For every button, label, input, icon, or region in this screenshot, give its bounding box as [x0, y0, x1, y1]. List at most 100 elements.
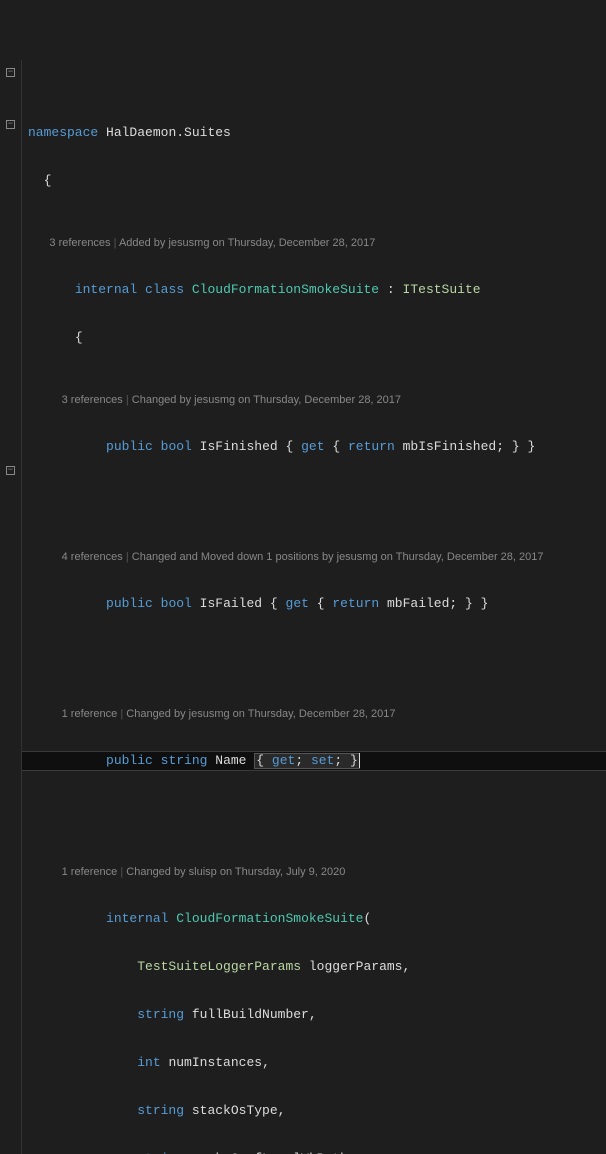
brace: {	[256, 753, 264, 768]
keyword: get	[272, 753, 295, 768]
code-line[interactable]: {	[0, 329, 606, 347]
param-type: TestSuiteLoggerParams	[137, 959, 301, 974]
keyword: string	[137, 1103, 184, 1118]
code-editor[interactable]: − − − namespace HalDaemon.Suites { 3 ref…	[0, 60, 606, 1154]
blank-line[interactable]	[0, 486, 606, 504]
lparen: (	[363, 911, 371, 926]
identifier: mbFailed	[387, 596, 449, 611]
codelens[interactable]: 3 references | Added by jesusmg on Thurs…	[0, 235, 606, 251]
interface-name: ITestSuite	[403, 282, 481, 297]
param-name: stackOsType	[192, 1103, 278, 1118]
codelens-refs: 3 references	[62, 394, 123, 406]
codelens-sep: |	[120, 708, 123, 720]
code-line[interactable]: internal class CloudFormationSmokeSuite …	[0, 281, 606, 299]
brace: {	[286, 439, 294, 454]
brace: {	[317, 596, 325, 611]
code-line[interactable]: string fullBuildNumber,	[0, 1006, 606, 1024]
brace: }	[481, 596, 489, 611]
keyword: public	[106, 596, 153, 611]
codelens[interactable]: 3 references | Changed by jesusmg on Thu…	[0, 392, 606, 408]
blank-line[interactable]	[0, 801, 606, 819]
codelens-refs: 4 references	[62, 551, 123, 563]
comma: ,	[262, 1055, 270, 1070]
namespace-name: HalDaemon.Suites	[106, 125, 231, 140]
ctor-name: CloudFormationSmokeSuite	[176, 911, 363, 926]
keyword: get	[286, 596, 309, 611]
fold-toggle-namespace[interactable]: −	[6, 68, 15, 77]
codelens[interactable]: 4 references | Changed and Moved down 1 …	[0, 549, 606, 565]
codelens-refs: 3 references	[49, 237, 110, 249]
code-line[interactable]: int numInstances,	[0, 1054, 606, 1072]
colon: :	[387, 282, 395, 297]
codelens-meta: Added by jesusmg on Thursday, December 2…	[119, 237, 375, 249]
property-name: IsFinished	[200, 439, 278, 454]
code-line[interactable]: string smokeConfLocalWkPath,	[0, 1150, 606, 1154]
codelens[interactable]: 1 reference | Changed by jesusmg on Thur…	[0, 706, 606, 722]
class-name: CloudFormationSmokeSuite	[192, 282, 379, 297]
code-line[interactable]: public bool IsFailed { get { return mbFa…	[0, 595, 606, 613]
property-name: IsFailed	[200, 596, 262, 611]
keyword: return	[348, 439, 395, 454]
code-line[interactable]: TestSuiteLoggerParams loggerParams,	[0, 958, 606, 976]
brace: {	[270, 596, 278, 611]
semi: ;	[496, 439, 504, 454]
keyword: internal	[75, 282, 137, 297]
comma: ,	[402, 959, 410, 974]
keyword: internal	[106, 911, 168, 926]
code-line[interactable]: public bool IsFinished { get { return mb…	[0, 438, 606, 456]
codelens-refs: 1 reference	[62, 708, 118, 720]
codelens-sep: |	[126, 394, 129, 406]
codelens-meta: Changed and Moved down 1 positions by je…	[132, 551, 544, 563]
code-line[interactable]: internal CloudFormationSmokeSuite(	[0, 910, 606, 928]
text-cursor	[359, 753, 360, 768]
comma: ,	[348, 1151, 356, 1154]
codelens-refs: 1 reference	[62, 866, 118, 878]
keyword: return	[332, 596, 379, 611]
selection-box: { get; set; }	[254, 753, 360, 769]
keyword: string	[137, 1007, 184, 1022]
keyword: public	[106, 439, 153, 454]
comma: ,	[278, 1103, 286, 1118]
keyword: get	[301, 439, 324, 454]
param-name: loggerParams	[309, 959, 403, 974]
semi: ;	[295, 753, 303, 768]
keyword: int	[137, 1055, 160, 1070]
param-name: fullBuildNumber	[192, 1007, 309, 1022]
semi: ;	[334, 753, 342, 768]
keyword: public	[106, 753, 153, 768]
brace: }	[512, 439, 520, 454]
keyword: string	[161, 753, 208, 768]
code-line[interactable]: {	[0, 172, 606, 190]
brace: }	[465, 596, 473, 611]
brace: {	[75, 330, 83, 345]
semi: ;	[449, 596, 457, 611]
property-name: Name	[215, 753, 246, 768]
codelens-sep: |	[114, 237, 117, 249]
brace: {	[332, 439, 340, 454]
code-line[interactable]: string stackOsType,	[0, 1102, 606, 1120]
blank-line[interactable]	[0, 643, 606, 661]
keyword: bool	[161, 439, 192, 454]
gutter: − − −	[0, 60, 22, 1154]
keyword: set	[311, 753, 334, 768]
keyword: class	[145, 282, 184, 297]
code-line[interactable]: namespace HalDaemon.Suites	[0, 124, 606, 142]
fold-toggle-class[interactable]: −	[6, 120, 15, 129]
fold-toggle-ctor[interactable]: −	[6, 466, 15, 475]
keyword: bool	[161, 596, 192, 611]
codelens-sep: |	[126, 551, 129, 563]
param-name: smokeConfLocalWkPath	[192, 1151, 348, 1154]
param-name: numInstances	[168, 1055, 262, 1070]
brace: {	[44, 173, 52, 188]
brace: }	[350, 753, 358, 768]
codelens-meta: Changed by jesusmg on Thursday, December…	[132, 394, 401, 406]
identifier: mbIsFinished	[403, 439, 497, 454]
codelens-meta: Changed by sluisp on Thursday, July 9, 2…	[126, 866, 345, 878]
codelens[interactable]: 1 reference | Changed by sluisp on Thurs…	[0, 864, 606, 880]
codelens-sep: |	[120, 866, 123, 878]
current-line[interactable]: public string Name { get; set; }	[0, 751, 606, 771]
brace: }	[527, 439, 535, 454]
keyword: namespace	[28, 125, 98, 140]
keyword: string	[137, 1151, 184, 1154]
codelens-meta: Changed by jesusmg on Thursday, December…	[126, 708, 395, 720]
